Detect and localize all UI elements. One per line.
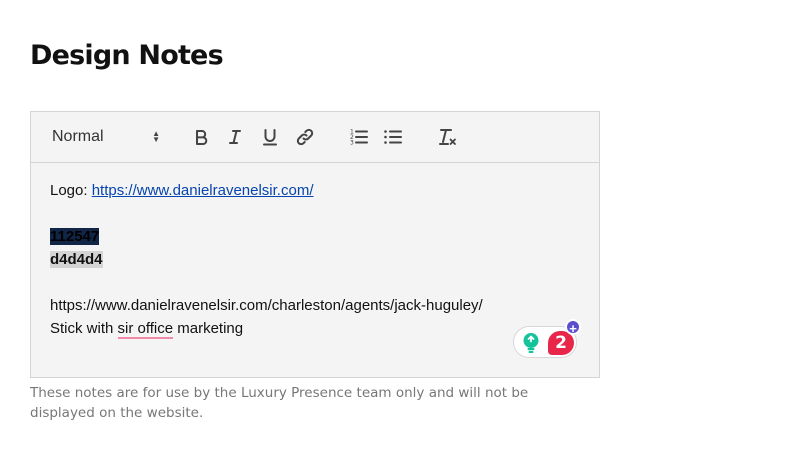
format-select-value: Normal bbox=[52, 128, 104, 145]
ordered-list-button[interactable]: 1 2 3 bbox=[346, 124, 372, 150]
italic-icon bbox=[229, 130, 241, 144]
clear-format-icon bbox=[439, 129, 456, 145]
bold-button[interactable] bbox=[188, 124, 214, 150]
grammarly-widget[interactable]: 2 + bbox=[513, 319, 581, 358]
bullet-list-button[interactable] bbox=[380, 124, 406, 150]
spellcheck-flagged-text[interactable]: sir office bbox=[117, 320, 174, 339]
logo-link[interactable]: https://www.danielravenelsir.com/ bbox=[92, 182, 314, 199]
format-select[interactable]: Normal ▲ ▼ bbox=[52, 125, 160, 149]
underline-button[interactable] bbox=[257, 124, 283, 150]
helper-text: These notes are for use by the Luxury Pr… bbox=[30, 385, 529, 421]
color-code-dark: 112547 bbox=[50, 228, 100, 245]
logo-line: Logo: https://www.danielravenelsir.com/ bbox=[50, 179, 580, 202]
color-line-light: d4d4d4 bbox=[50, 248, 580, 271]
agent-url-line: https://www.danielravenelsir.com/charles… bbox=[50, 297, 483, 314]
bold-icon bbox=[196, 130, 208, 145]
rich-text-editor[interactable]: Normal ▲ ▼ 1 2 3 Logo: https://www.danie… bbox=[30, 111, 600, 378]
updown-arrows-icon: ▲ ▼ bbox=[152, 129, 160, 144]
note-suffix: marketing bbox=[173, 320, 244, 337]
note-prefix: Stick with bbox=[50, 320, 118, 337]
logo-label: Logo: bbox=[50, 182, 92, 199]
italic-button[interactable] bbox=[222, 124, 248, 150]
editor-toolbar: Normal ▲ ▼ 1 2 3 bbox=[31, 112, 599, 163]
color-code-light: d4d4d4 bbox=[50, 251, 103, 268]
empty-line bbox=[50, 202, 580, 225]
svg-text:3: 3 bbox=[350, 140, 354, 147]
clear-format-button[interactable] bbox=[435, 124, 461, 150]
empty-line bbox=[50, 271, 580, 294]
bullet-list-icon bbox=[384, 130, 402, 144]
editor-content[interactable]: Logo: https://www.danielravenelsir.com/ … bbox=[31, 163, 599, 356]
underline-icon bbox=[263, 129, 277, 146]
note-line: Stick with sir office marketing bbox=[50, 317, 580, 340]
link-button[interactable] bbox=[292, 124, 318, 150]
plus-icon: + bbox=[565, 319, 581, 336]
ordered-list-icon: 1 2 3 bbox=[350, 129, 368, 147]
lightbulb-icon bbox=[523, 333, 539, 353]
page-title: Design Notes bbox=[30, 40, 224, 71]
color-line-dark: 112547 bbox=[50, 225, 580, 248]
link-icon bbox=[296, 128, 314, 146]
